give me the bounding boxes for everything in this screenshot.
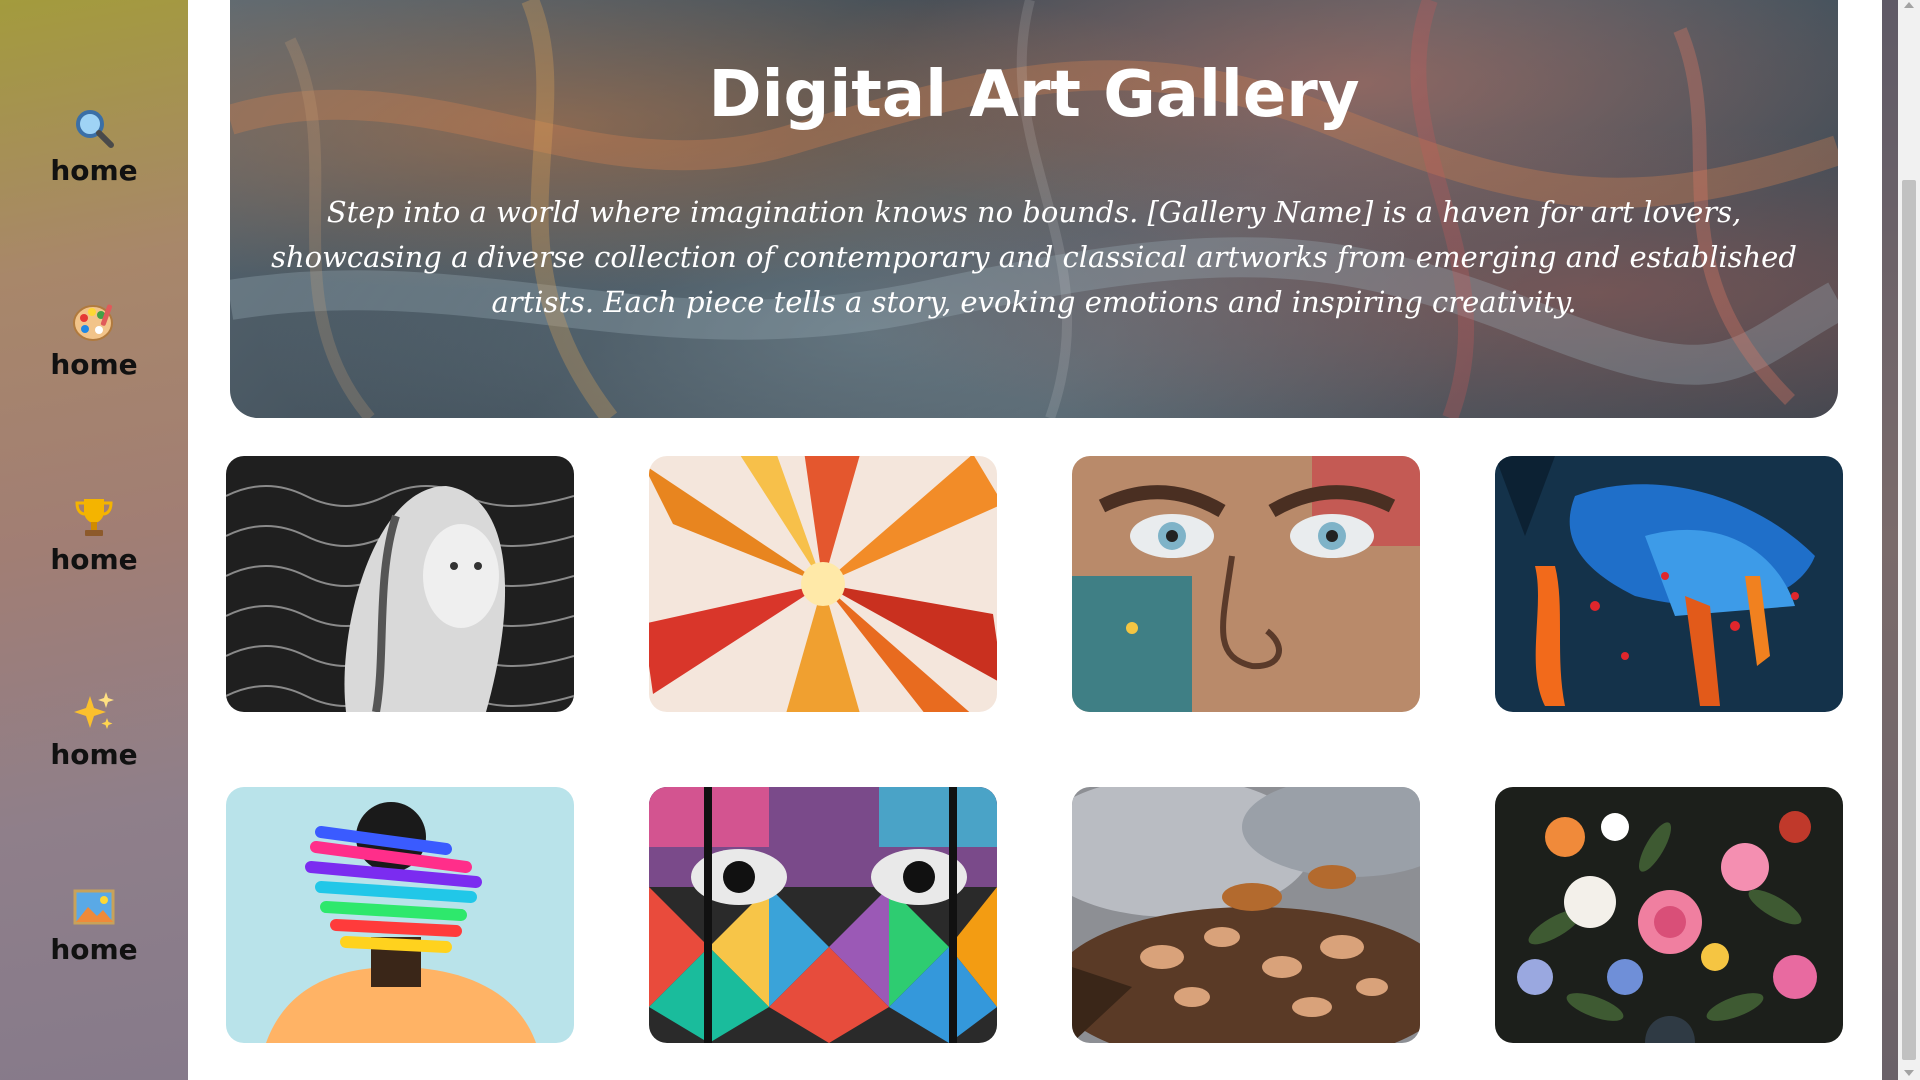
picture-icon [72,885,116,929]
sidebar-item-label: home [50,154,138,187]
trophy-icon [72,495,116,539]
gallery-tile-8[interactable] [1495,787,1843,1043]
background-edge [1882,0,1898,1080]
sidebar-item-label: home [50,348,138,381]
sidebar-item-search[interactable]: home [0,106,188,216]
sidebar-item-picture[interactable]: home [0,885,188,995]
gallery-tile-3[interactable] [1072,456,1420,712]
sidebar: home home home home home [0,0,188,1080]
orange-fluid-burst-artwork [649,456,997,712]
palette-icon [72,300,116,344]
hero-banner: Digital Art Gallery Step into a world wh… [230,0,1838,418]
search-icon [72,106,116,150]
sparkles-icon [72,690,116,734]
sidebar-item-label: home [50,543,138,576]
page-title: Digital Art Gallery [708,58,1360,132]
scroll-thumb[interactable] [1902,180,1916,1060]
graffiti-face-artwork [1072,456,1420,712]
hero-description: Step into a world where imagination know… [271,195,1797,319]
scroll-up-icon[interactable] [1904,2,1914,8]
gallery-tile-6[interactable] [649,787,997,1043]
blue-abstract-paint-artwork [1495,456,1843,712]
sidebar-item-palette[interactable]: home [0,300,188,410]
gallery-tile-5[interactable] [226,787,574,1043]
brushstroke-portrait-artwork [226,787,574,1043]
sidebar-item-label: home [50,738,138,771]
gallery-tile-4[interactable] [1495,456,1843,712]
scroll-down-icon[interactable] [1904,1070,1914,1076]
vertical-scrollbar[interactable] [1898,0,1920,1080]
gallery-tile-1[interactable] [226,456,574,712]
sidebar-item-sparkles[interactable]: home [0,690,188,800]
gallery-tile-2[interactable] [649,456,997,712]
sketch-woman-artwork [226,456,574,712]
flower-still-life-artwork [1495,787,1843,1043]
mosaic-face-mural-artwork [649,787,997,1043]
baroque-ceiling-artwork [1072,787,1420,1043]
sidebar-item-trophy[interactable]: home [0,495,188,605]
sidebar-item-label: home [50,933,138,966]
gallery-tile-7[interactable] [1072,787,1420,1043]
